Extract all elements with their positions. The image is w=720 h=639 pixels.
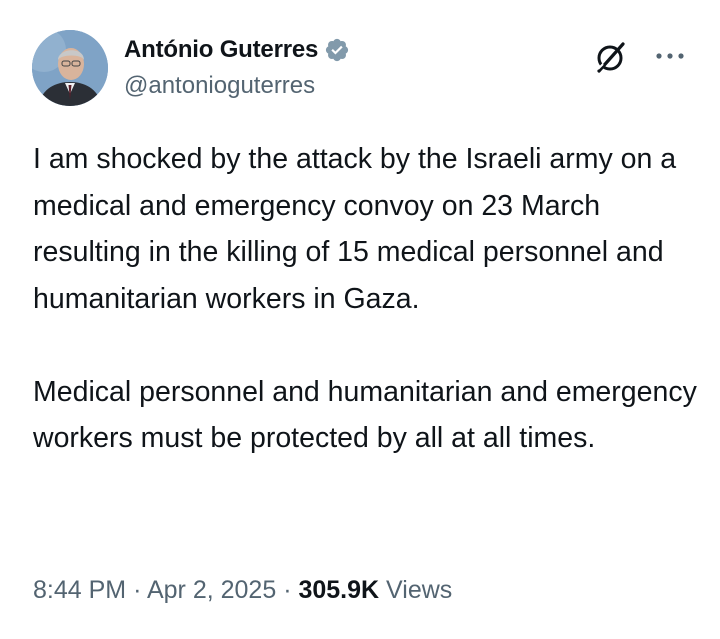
views-count[interactable]: 305.9K — [298, 576, 379, 604]
verified-badge-icon[interactable] — [324, 37, 350, 63]
author-display-name[interactable]: António Guterres — [124, 36, 318, 64]
author-info: António Guterres @antonioguterres — [124, 34, 350, 100]
meta-separator: · — [283, 576, 292, 604]
post-date[interactable]: Apr 2, 2025 — [147, 576, 276, 604]
meta-separator: · — [133, 576, 142, 604]
post-time[interactable]: 8:44 PM — [33, 576, 126, 604]
tweet-card: António Guterres @antonioguterres I am s… — [0, 0, 720, 639]
more-options-icon[interactable] — [654, 46, 686, 66]
author-handle[interactable]: @antonioguterres — [124, 72, 350, 100]
name-row: António Guterres — [124, 34, 350, 66]
views-label: Views — [386, 576, 453, 604]
post-metadata: 8:44 PM · Apr 2, 2025 · 305.9K Views — [33, 576, 452, 605]
post-text: I am shocked by the attack by the Israel… — [33, 143, 697, 454]
avatar[interactable] — [32, 30, 108, 106]
avatar-photo — [32, 30, 108, 106]
grok-icon[interactable] — [594, 40, 628, 74]
